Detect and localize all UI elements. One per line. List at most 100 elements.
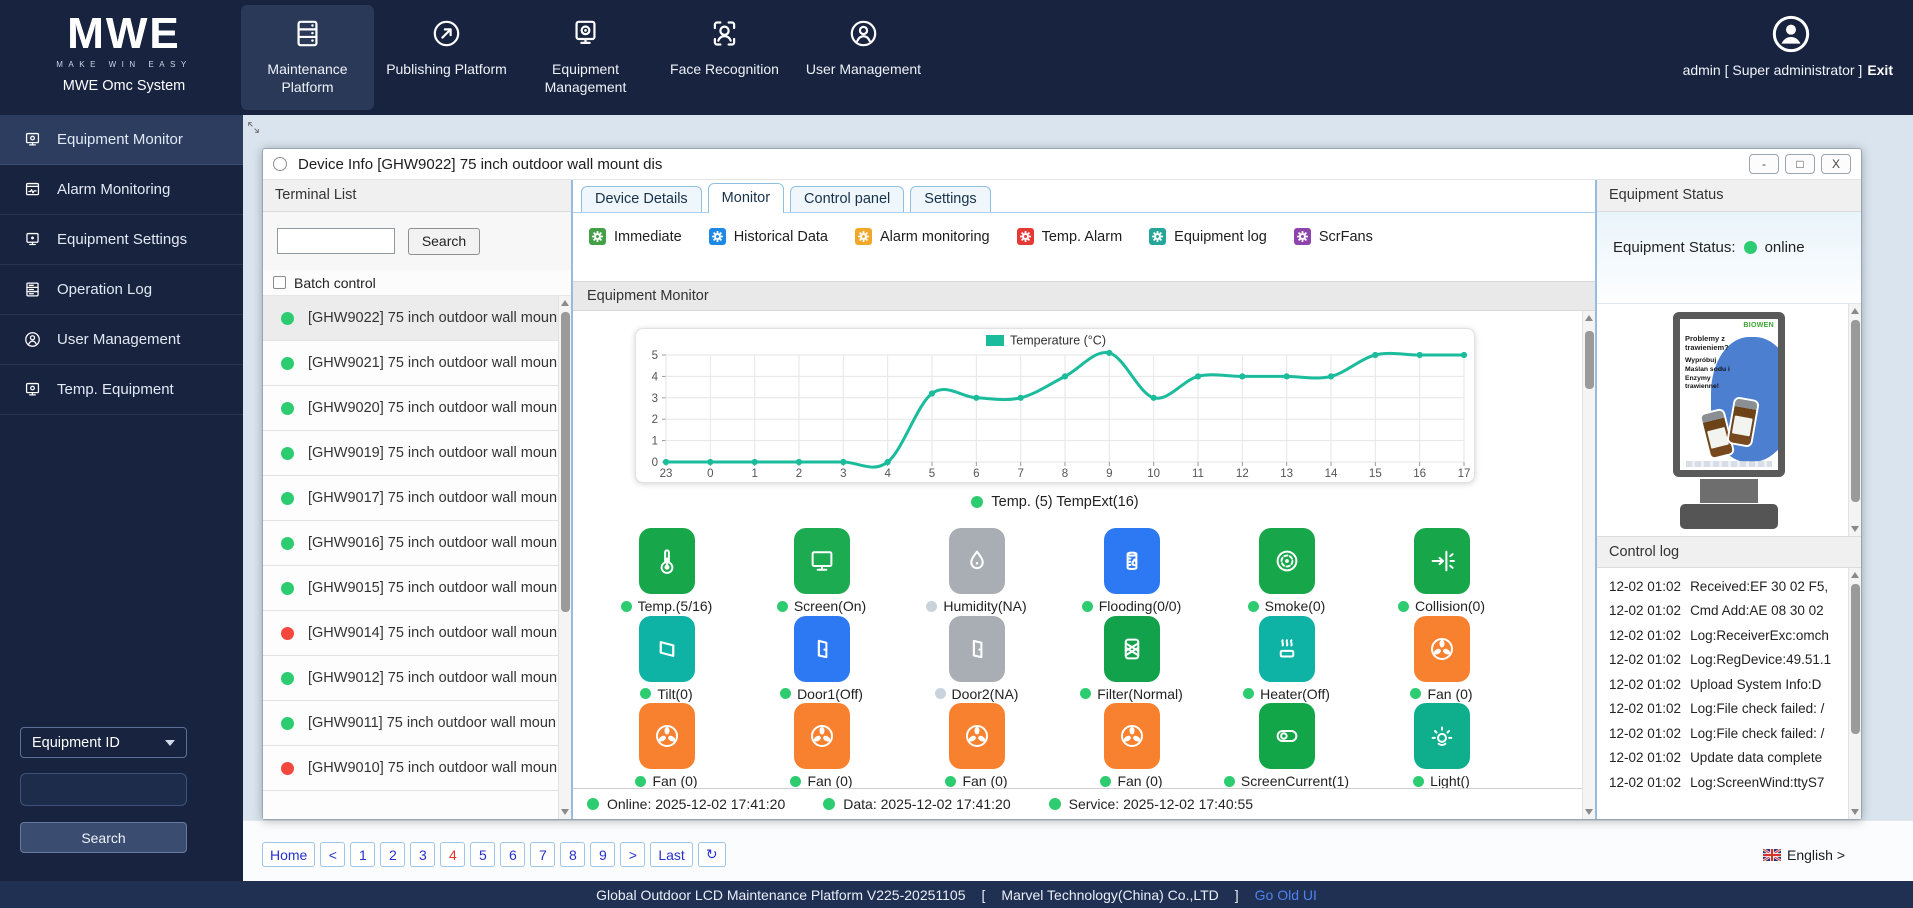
- terminal-search-row: Search: [263, 212, 571, 270]
- sensor-tile-fan-0[interactable]: [1414, 616, 1470, 682]
- device-list-item[interactable]: [GHW9010] 75 inch outdoor wall moun: [263, 746, 559, 791]
- device-list-item[interactable]: [GHW9019] 75 inch outdoor wall moun: [263, 431, 559, 476]
- page-button-5[interactable]: 5: [470, 842, 495, 867]
- sensor-tile-fan-0[interactable]: [949, 703, 1005, 769]
- device-list-item[interactable]: [GHW9012] 75 inch outdoor wall moun: [263, 656, 559, 701]
- sidebar-search-input[interactable]: [20, 773, 187, 806]
- sensor-tile-screen-on[interactable]: [794, 528, 850, 594]
- sensor-tile-door1-off[interactable]: [794, 616, 850, 682]
- scroll-up-arrow[interactable]: [1851, 308, 1859, 314]
- sensor-tile-fan-0[interactable]: [794, 703, 850, 769]
- sensor-tile-door2-na[interactable]: [949, 616, 1005, 682]
- page-button-7[interactable]: 7: [530, 842, 555, 867]
- sidebar-item-operation-log[interactable]: Operation Log: [0, 265, 243, 315]
- terminal-search-button[interactable]: Search: [408, 228, 480, 255]
- tab-settings[interactable]: Settings: [910, 186, 990, 212]
- sensor-tile-smoke-0[interactable]: [1259, 528, 1315, 594]
- tab-monitor[interactable]: Monitor: [708, 183, 784, 213]
- terminal-search-input[interactable]: [277, 228, 395, 254]
- scrollbar[interactable]: [1582, 311, 1595, 819]
- scrollbar[interactable]: [1848, 304, 1861, 536]
- sensor-tile-filter-normal[interactable]: [1104, 616, 1160, 682]
- toolbar-item-alarm-monitoring[interactable]: Alarm monitoring: [855, 228, 990, 245]
- sidebar-item-user-management[interactable]: User Management: [0, 315, 243, 365]
- page-button-3[interactable]: 3: [410, 842, 435, 867]
- sensor-tile-fan-0[interactable]: [639, 703, 695, 769]
- tab-device-details[interactable]: Device Details: [581, 186, 702, 212]
- page-button-1[interactable]: 1: [350, 842, 375, 867]
- tab-control-panel[interactable]: Control panel: [790, 186, 904, 212]
- maximize-button[interactable]: □: [1785, 154, 1815, 174]
- device-list-item[interactable]: [GHW9014] 75 inch outdoor wall moun: [263, 611, 559, 656]
- device-list-item[interactable]: [GHW9020] 75 inch outdoor wall moun: [263, 386, 559, 431]
- page-prev-button[interactable]: <: [320, 842, 345, 867]
- toolbar-item-temp-alarm[interactable]: Temp. Alarm: [1017, 228, 1123, 245]
- sensor-tile-temp-5-16[interactable]: [639, 528, 695, 594]
- nav-item-equipment-management[interactable]: Equipment Management: [519, 5, 652, 110]
- nav-item-publishing-platform[interactable]: Publishing Platform: [380, 5, 513, 110]
- resize-corner-icon[interactable]: [247, 121, 260, 139]
- sensor-label: Temp.(5/16): [589, 598, 744, 614]
- scroll-down-arrow[interactable]: [1851, 809, 1859, 815]
- sensor-tile-flooding-0-0[interactable]: [1104, 528, 1160, 594]
- refresh-button[interactable]: ↻: [698, 842, 726, 867]
- sensor-tile-tilt-0[interactable]: [639, 616, 695, 682]
- exit-link[interactable]: Exit: [1867, 62, 1893, 78]
- scrollbar-thumb[interactable]: [561, 312, 570, 612]
- scrollbar-thumb[interactable]: [1851, 584, 1860, 734]
- log-time: 12-02 01:02: [1609, 677, 1681, 692]
- language-selector[interactable]: English >: [1763, 842, 1845, 867]
- sensor-tile-light[interactable]: [1414, 703, 1470, 769]
- sensor-tile-heater-off[interactable]: [1259, 616, 1315, 682]
- sensor-tile-humidity-na[interactable]: [949, 528, 1005, 594]
- minimize-button[interactable]: -: [1749, 154, 1779, 174]
- device-list-item[interactable]: [GHW9017] 75 inch outdoor wall moun: [263, 476, 559, 521]
- scroll-up-arrow[interactable]: [561, 300, 569, 306]
- device-list-item[interactable]: [GHW9015] 75 inch outdoor wall moun: [263, 566, 559, 611]
- nav-item-face-recognition[interactable]: Face Recognition: [658, 5, 791, 110]
- scroll-down-arrow[interactable]: [561, 809, 569, 815]
- device-list-item[interactable]: [GHW9022] 75 inch outdoor wall moun: [263, 296, 559, 341]
- avatar-icon[interactable]: [1771, 14, 1811, 59]
- logo-tagline: MAKE WIN EASY: [44, 60, 204, 69]
- scroll-down-arrow[interactable]: [1851, 526, 1859, 532]
- toolbar-item-scrfans[interactable]: ScrFans: [1294, 228, 1373, 245]
- page-button-4[interactable]: 4: [440, 842, 465, 867]
- scroll-up-arrow[interactable]: [1851, 572, 1859, 578]
- device-list-item[interactable]: [GHW9016] 75 inch outdoor wall moun: [263, 521, 559, 566]
- nav-item-maintenance-platform[interactable]: Maintenance Platform: [241, 5, 374, 110]
- device-list-item[interactable]: [GHW9011] 75 inch outdoor wall moun: [263, 701, 559, 746]
- sensor-tile-screencurrent-1[interactable]: [1259, 703, 1315, 769]
- window-radio[interactable]: [273, 157, 287, 171]
- page-next-button[interactable]: >: [620, 842, 645, 867]
- sidebar-search-button[interactable]: Search: [20, 822, 187, 853]
- equipment-id-select[interactable]: Equipment ID: [20, 727, 187, 758]
- sensor-tile-fan-0[interactable]: [1104, 703, 1160, 769]
- page-button-last[interactable]: Last: [650, 842, 692, 867]
- nav-item-user-management[interactable]: User Management: [797, 5, 930, 110]
- page-button-8[interactable]: 8: [560, 842, 585, 867]
- scrollbar[interactable]: [1848, 568, 1861, 819]
- toolbar-item-immediate[interactable]: Immediate: [589, 228, 682, 245]
- sidebar-item-equipment-monitor[interactable]: Equipment Monitor: [0, 115, 243, 165]
- page-button-home[interactable]: Home: [262, 842, 315, 867]
- sensor-tile-collision-0[interactable]: [1414, 528, 1470, 594]
- toolbar-item-equipment-log[interactable]: Equipment log: [1149, 228, 1267, 245]
- device-list-item[interactable]: [GHW9021] 75 inch outdoor wall moun: [263, 341, 559, 386]
- scrollbar-thumb[interactable]: [1851, 320, 1860, 502]
- go-old-ui-link[interactable]: Go Old UI: [1255, 887, 1317, 903]
- page-button-6[interactable]: 6: [500, 842, 525, 867]
- sidebar-item-equipment-settings[interactable]: Equipment Settings: [0, 215, 243, 265]
- close-button[interactable]: X: [1821, 154, 1851, 174]
- batch-control-checkbox[interactable]: [273, 276, 286, 289]
- scrollbar[interactable]: [558, 296, 571, 819]
- scroll-up-arrow[interactable]: [1585, 315, 1593, 321]
- nav-item-label: Equipment Management: [519, 60, 652, 96]
- page-button-9[interactable]: 9: [590, 842, 615, 867]
- scrollbar-thumb[interactable]: [1585, 331, 1594, 389]
- sidebar-item-temp-equipment[interactable]: Temp. Equipment: [0, 365, 243, 415]
- scroll-down-arrow[interactable]: [1585, 809, 1593, 815]
- toolbar-item-historical-data[interactable]: Historical Data: [709, 228, 828, 245]
- page-button-2[interactable]: 2: [380, 842, 405, 867]
- sidebar-item-alarm-monitoring[interactable]: Alarm Monitoring: [0, 165, 243, 215]
